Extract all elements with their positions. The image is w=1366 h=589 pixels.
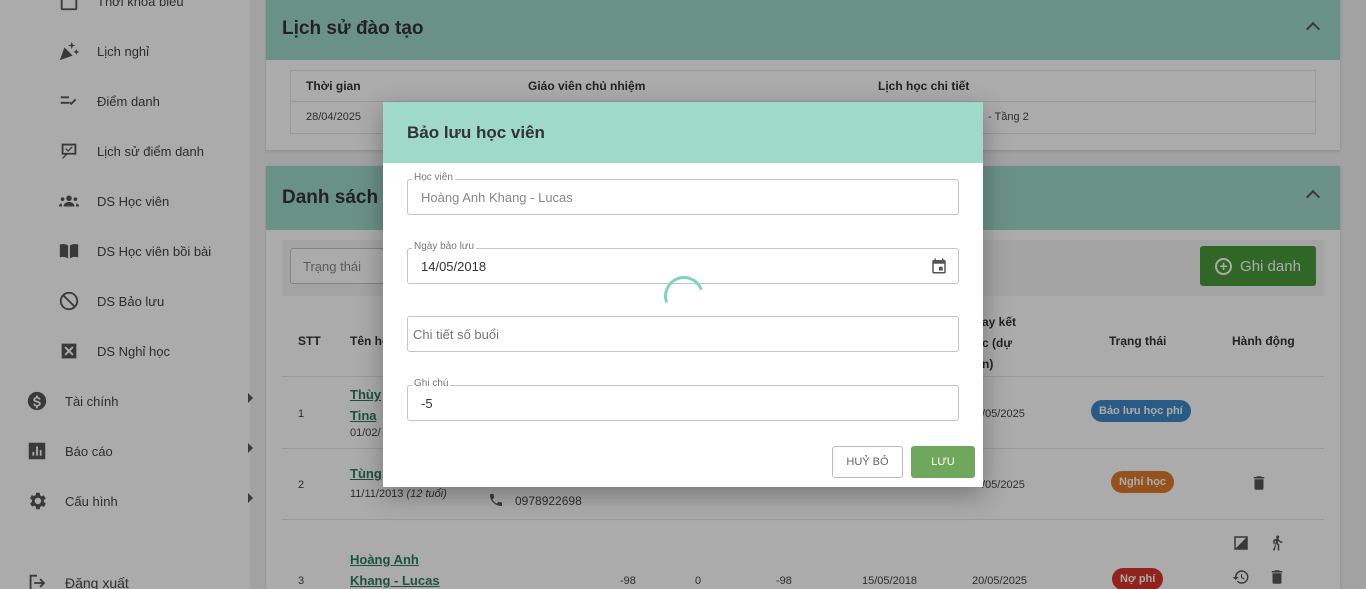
save-button[interactable]: LƯU	[911, 446, 975, 478]
save-label: LƯU	[931, 456, 955, 468]
calendar-icon[interactable]	[930, 257, 948, 278]
reserve-date-label: Ngày bảo lưu	[412, 241, 477, 252]
note-value: -5	[421, 395, 433, 411]
cancel-label: HUỶ BỎ	[846, 456, 889, 468]
dialog-title: Bảo lưu học viên	[407, 122, 545, 142]
note-label: Ghi chú	[412, 378, 451, 389]
note-field[interactable]: Ghi chú -5	[407, 378, 959, 421]
student-field-value: Hoàng Anh Khang - Lucas	[421, 189, 573, 205]
cancel-button[interactable]: HUỶ BỎ	[832, 446, 903, 478]
reserve-date-value: 14/05/2018	[421, 258, 487, 274]
student-field: Học viên Hoàng Anh Khang - Lucas	[407, 172, 959, 215]
student-field-label: Học viên	[412, 172, 455, 183]
sessions-detail-field[interactable]: Chi tiết số buổi	[407, 316, 959, 352]
sessions-detail-placeholder: Chi tiết số buổi	[413, 326, 499, 342]
reserve-student-dialog: Bảo lưu học viên Học viên Hoàng Anh Khan…	[383, 102, 983, 487]
dialog-header: Bảo lưu học viên	[383, 102, 983, 163]
